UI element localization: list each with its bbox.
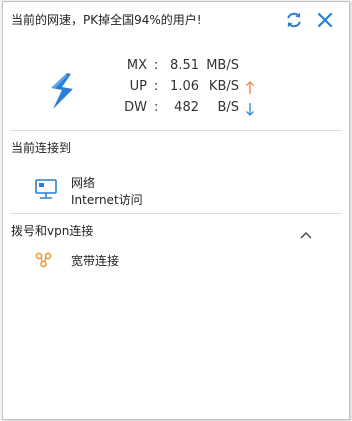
network-connection-item[interactable]: 网络 Internet访问 (27, 174, 341, 214)
dialup-vpn-header: 拨号和vpn连接 (11, 224, 94, 238)
speed-colon: : (154, 79, 159, 94)
speed-value: 1.06 (170, 79, 199, 94)
speed-colon: : (154, 100, 159, 115)
speed-summary-title: 当前的网速，PK掉全国94%的用户! (11, 13, 202, 27)
divider (10, 130, 342, 131)
chevron-up-icon[interactable] (299, 225, 313, 239)
speed-label: MX (126, 58, 147, 73)
divider (10, 213, 342, 214)
network-name: 网络 (71, 176, 96, 190)
network-icon (34, 178, 58, 200)
current-connection-header: 当前连接到 (11, 141, 72, 155)
speed-unit: B/S (217, 100, 239, 115)
close-icon[interactable] (315, 10, 335, 30)
speed-row-up: UP : 1.06 KB/S (3, 79, 349, 99)
speed-value: 8.51 (170, 58, 199, 73)
speed-colon: : (154, 58, 159, 73)
speed-label: DW (124, 100, 147, 115)
speed-value: 482 (174, 100, 199, 115)
speed-unit: KB/S (208, 79, 239, 94)
speed-stats: MX : 8.51 MB/S UP : 1.06 KB/S DW : 482 B… (3, 48, 349, 124)
broadband-connection-item[interactable]: 宽带连接 (27, 251, 147, 271)
network-flyout-panel: 当前的网速，PK掉全国94%的用户! MX : 8.51 MB/S UP: 1… (2, 1, 350, 420)
speed-row-mx: MX : 8.51 MB/S (3, 58, 349, 78)
upload-arrow-icon (245, 81, 255, 95)
refresh-icon[interactable] (284, 10, 304, 30)
speed-unit: MB/S (206, 58, 239, 73)
broadband-label: 宽带连接 (71, 254, 120, 268)
broadband-icon (35, 252, 53, 268)
download-arrow-icon (245, 102, 255, 116)
title-bar: 当前的网速，PK掉全国94%的用户! (3, 2, 349, 36)
speed-row-dw: DW : 482 B/S (3, 100, 349, 120)
speed-label: UP (129, 79, 147, 94)
network-status: Internet访问 (71, 193, 143, 207)
